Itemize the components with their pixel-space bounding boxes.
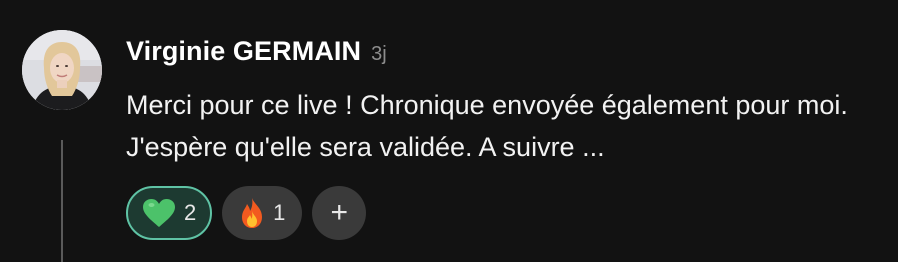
fire-icon (239, 197, 265, 229)
comment-time: 3j (371, 43, 387, 65)
reaction-count: 2 (184, 200, 197, 225)
reaction-green-heart[interactable]: 2 (126, 186, 213, 240)
reaction-fire[interactable]: 1 (222, 186, 303, 240)
avatar[interactable] (22, 30, 102, 110)
reaction-count: 1 (273, 200, 286, 225)
thread-line (61, 140, 63, 262)
user-photo-icon (22, 30, 102, 110)
reactions-bar: 2 1 + (126, 186, 367, 240)
green-heart-icon (142, 198, 176, 228)
comment-card: Virginie GERMAIN 3j Merci pour ce live !… (0, 0, 898, 262)
author-name[interactable]: Virginie GERMAIN (126, 36, 361, 67)
comment-header: Virginie GERMAIN 3j (126, 36, 387, 67)
comment-text: Merci pour ce live ! Chronique envoyée é… (126, 90, 848, 162)
add-reaction-button[interactable]: + (312, 186, 367, 240)
